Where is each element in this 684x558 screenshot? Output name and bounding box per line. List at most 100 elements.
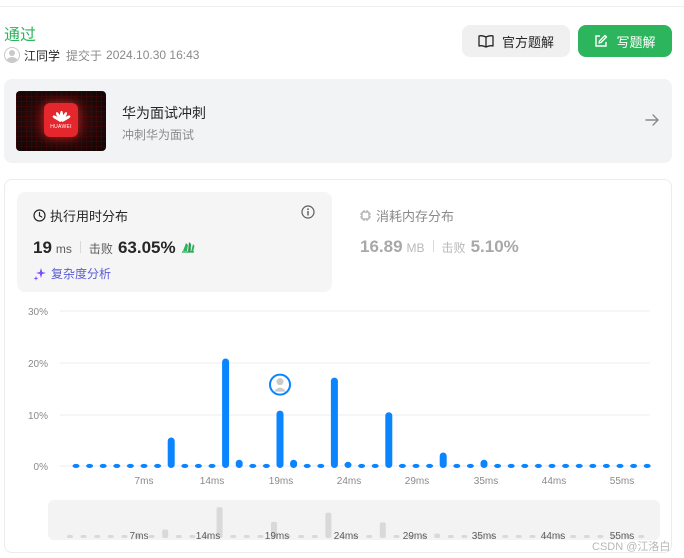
memory-chip-icon [360,210,371,221]
value-separator [79,241,81,253]
chart-bar[interactable] [154,463,162,468]
status-accepted: 通过 [4,27,37,44]
chart-bar[interactable] [616,463,624,468]
clap-hands-icon [181,242,195,253]
minimap-chart[interactable]: 7ms 14ms 19ms 24ms 29ms 35ms 44ms 55ms [0,496,684,556]
x-tick-label: 19ms [269,476,293,487]
minimap-bar [148,535,155,538]
official-solution-label: 官方题解 [501,34,554,50]
info-icon[interactable] [301,205,315,219]
chart-bar[interactable] [398,463,406,468]
runtime-title: 执行用时分布 [33,206,128,225]
minimap-bar [570,535,577,538]
promo-banner[interactable]: HUAWEI 华为面试冲刺 冲刺华为面试 [4,79,672,163]
memory-beat-pct: 5.10% [470,237,519,256]
official-solution-button[interactable]: 官方题解 [462,25,570,57]
minimap-tick-label: 29ms [403,531,427,542]
arrow-right-icon[interactable] [644,112,660,128]
banner-subtitle: 冲刺华为面试 [122,128,195,142]
avatar-head [276,378,284,386]
chart-bar[interactable] [344,461,352,468]
minimap-tick-label: 14ms [196,531,220,542]
submit-time: 2024.10.30 16:43 [106,48,200,62]
chart-bar[interactable] [303,463,311,468]
submitted-label: 提交于 [66,48,103,63]
minimap-tick-label: 7ms [130,531,149,542]
chart-bar[interactable] [167,437,175,468]
minimap-bar [67,535,73,538]
memory-number: 16.89 [360,237,403,256]
y-tick-label: 30% [28,307,48,318]
chart-bar[interactable] [140,463,148,468]
chart-bar[interactable] [589,463,597,468]
minimap-bar [366,535,373,538]
chart-bar[interactable] [575,463,583,468]
chart-bar[interactable] [466,463,474,468]
chart-bar[interactable] [548,463,556,468]
banner-title: 华为面试冲刺 [122,105,206,121]
minimap-bar [80,535,87,538]
chart-bar[interactable] [534,463,542,468]
chart-bar[interactable] [330,377,338,468]
minimap-bar [461,535,468,538]
chart-bar[interactable] [562,463,570,468]
runtime-distribution-chart[interactable]: 30% 20% 10% 0% 7ms 14ms 19ms 24ms 29ms 35ms 44ms 55… [0,296,684,496]
chart-bar[interactable] [385,412,393,468]
minimap-tick-label: 35ms [472,531,496,542]
minimap-bar [162,529,169,538]
minimap-bar [325,512,332,538]
chart-bar[interactable] [358,463,366,468]
chart-bar[interactable] [480,459,488,468]
chart-bar[interactable] [371,463,379,468]
memory-unit: MB [406,241,425,255]
chart-bar[interactable] [181,463,189,468]
chart-bar[interactable] [643,463,651,468]
write-solution-button[interactable]: 写题解 [578,25,672,57]
chart-bar[interactable] [113,463,121,468]
x-tick-label: 29ms [405,476,429,487]
x-tick-label: 55ms [610,476,634,487]
chart-bar[interactable] [126,463,134,468]
book-icon [478,35,494,48]
runtime-beat-pct: 63.05% [117,238,176,257]
chart-bar[interactable] [630,463,638,468]
minimap-bar [230,535,237,538]
chart-bar[interactable] [72,463,80,468]
chart-bar[interactable] [86,463,94,468]
value-separator [432,240,434,252]
chart-bar[interactable] [262,463,270,468]
minimap-bar [529,535,536,538]
minimap-bar [107,535,114,538]
memory-beat-label: 击败 [441,241,466,255]
chart-bar[interactable] [290,459,298,468]
complexity-analysis-label: 复杂度分析 [51,267,112,281]
runtime-title-text: 执行用时分布 [50,209,129,224]
chart-bar[interactable] [276,410,284,468]
top-divider [0,6,684,7]
huawei-logo-icon: HUAWEI [44,103,78,137]
chart-bar[interactable] [222,358,230,468]
chart-bar[interactable] [426,463,434,468]
x-tick-label: 7ms [135,476,154,487]
user-avatar[interactable] [4,47,20,63]
runtime-unit: ms [55,242,72,256]
chart-bar[interactable] [439,452,447,469]
chart-bar[interactable] [507,463,515,468]
chart-bar[interactable] [494,463,502,468]
chart-bar[interactable] [235,459,243,468]
chart-bar[interactable] [412,463,420,468]
minimap-bar [298,535,305,538]
chart-bar[interactable] [521,463,529,468]
chart-bar[interactable] [208,463,216,468]
chart-bar[interactable] [317,463,325,468]
memory-tab[interactable]: 消耗内存分布 [359,206,454,225]
chart-bar[interactable] [194,463,202,468]
chart-bar[interactable] [602,463,610,468]
minimap-bar [379,522,386,538]
complexity-analysis-link[interactable]: 复杂度分析 [33,265,111,282]
chart-bar[interactable] [249,463,257,468]
chart-bar[interactable] [99,463,107,468]
user-name[interactable]: 江同学 [24,47,60,64]
chart-bar[interactable] [453,463,461,468]
minimap-bar [393,535,400,538]
